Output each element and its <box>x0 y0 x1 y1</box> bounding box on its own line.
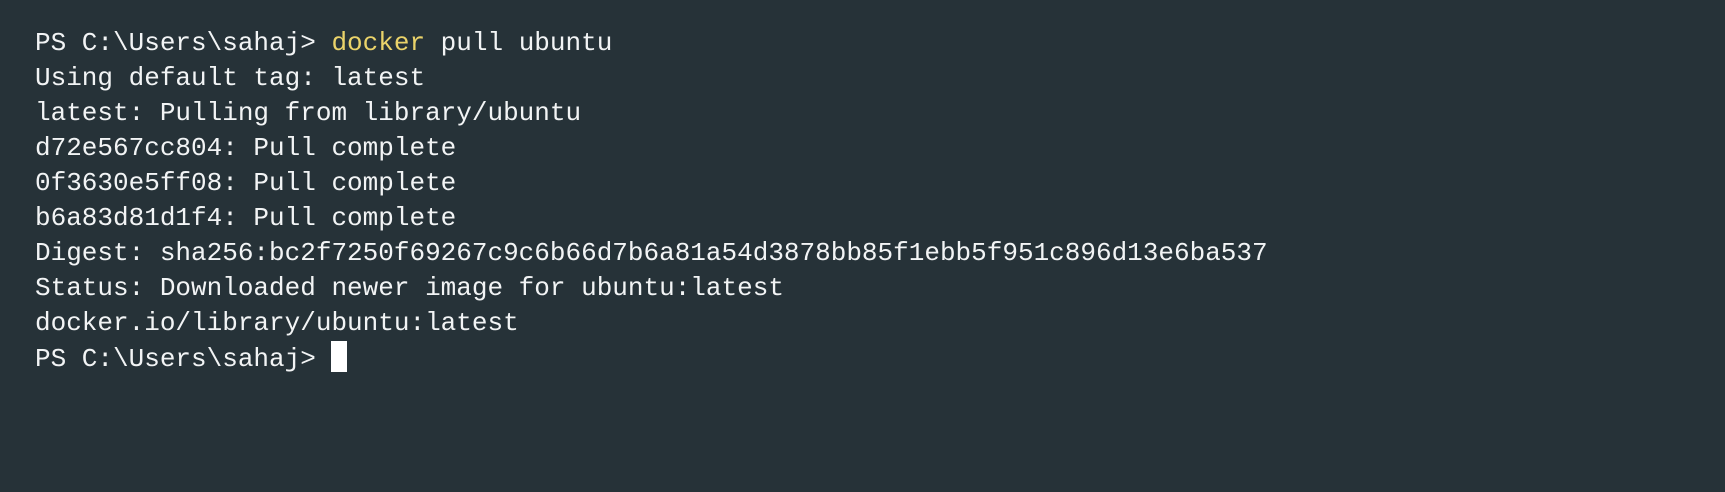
prompt: PS C:\Users\sahaj> <box>35 28 332 58</box>
command-keyword: docker <box>331 28 426 58</box>
input-line[interactable]: PS C:\Users\sahaj> <box>35 341 1725 376</box>
prompt: PS C:\Users\sahaj> <box>35 344 332 374</box>
terminal-window[interactable]: PS C:\Users\sahaj> docker pull ubuntu Us… <box>0 0 1725 492</box>
output-line: b6a83d81d1f4: Pull complete <box>35 203 457 233</box>
output-line: Status: Downloaded newer image for ubunt… <box>35 273 784 303</box>
command-line: PS C:\Users\sahaj> docker pull ubuntu <box>35 26 1725 61</box>
text-cursor <box>331 341 348 372</box>
output-line: d72e567cc804: Pull complete <box>35 133 457 163</box>
output-line: Digest: sha256:bc2f7250f69267c9c6b66d7b6… <box>35 238 1268 268</box>
output-line: 0f3630e5ff08: Pull complete <box>35 168 457 198</box>
output-line: Using default tag: latest <box>35 63 426 93</box>
output-line: latest: Pulling from library/ubuntu <box>35 98 582 128</box>
command-args: pull ubuntu <box>425 28 613 58</box>
output-line: docker.io/library/ubuntu:latest <box>35 308 519 338</box>
